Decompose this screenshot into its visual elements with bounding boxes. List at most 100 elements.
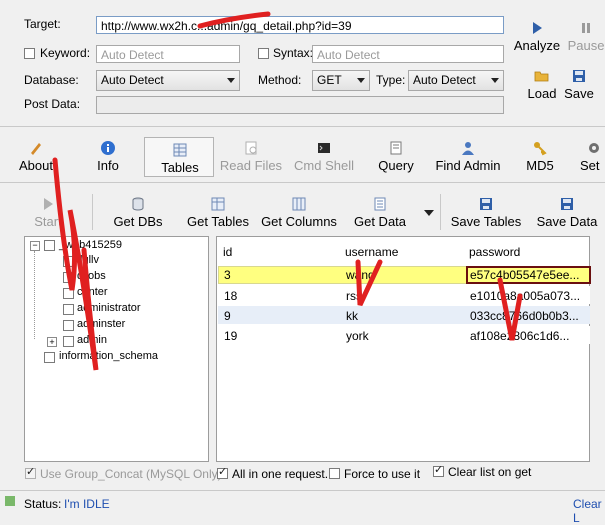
keyword-checkbox[interactable] xyxy=(24,48,35,59)
save-button[interactable]: Save xyxy=(563,68,595,101)
play-icon xyxy=(44,198,53,210)
all-in-one-checkbox[interactable] xyxy=(217,465,228,479)
database-select-value: Auto Detect xyxy=(101,73,164,87)
column-header-id[interactable]: id xyxy=(223,245,232,259)
keyword-input[interactable]: Auto Detect xyxy=(96,45,240,63)
group-concat-label: Use Group_Concat (MySQL Only) xyxy=(40,467,222,481)
tab-tables[interactable]: Tables xyxy=(150,142,210,175)
post-data-input[interactable] xyxy=(96,96,504,114)
column-header-username[interactable]: username xyxy=(345,245,398,259)
status-value: I'm IDLE xyxy=(64,497,110,511)
tree-root-checkbox[interactable] xyxy=(44,240,55,251)
tab-settings-label: Set xyxy=(580,158,600,173)
tree-item-checkbox[interactable] xyxy=(63,288,74,299)
group-concat-checkbox[interactable] xyxy=(25,465,36,479)
tab-read-files[interactable]: Read Files xyxy=(218,140,284,173)
save-tables-button[interactable]: Save Tables xyxy=(448,196,524,229)
admin-icon xyxy=(462,142,474,155)
gear-icon xyxy=(589,143,599,153)
toolbar-separator xyxy=(92,194,93,230)
get-tables-button[interactable]: Get Tables xyxy=(184,196,252,229)
cell-username: kk xyxy=(346,309,358,323)
cell-password: af108e2806c1d6... xyxy=(470,329,570,343)
method-select[interactable]: GET xyxy=(312,70,370,91)
start-label: Start xyxy=(34,214,62,229)
divider xyxy=(0,126,605,127)
tree-item-checkbox[interactable] xyxy=(63,256,74,267)
chevron-down-icon[interactable] xyxy=(424,210,434,216)
collapse-icon[interactable]: − xyxy=(30,241,40,251)
tree-item[interactable]: center xyxy=(77,286,108,298)
get-columns-button[interactable]: Get Columns xyxy=(258,196,340,229)
save-label: Save xyxy=(564,86,594,101)
type-select[interactable]: Auto Detect xyxy=(408,70,504,91)
tab-info[interactable]: Info xyxy=(88,140,128,173)
tree-item-checkbox[interactable] xyxy=(63,272,74,283)
tab-settings[interactable]: Set xyxy=(580,140,605,173)
tab-md5[interactable]: MD5 xyxy=(520,140,560,173)
tree-item[interactable]: flgllv xyxy=(77,254,99,266)
status-icon xyxy=(5,496,15,506)
clear-list-checkbox[interactable] xyxy=(433,463,444,477)
cell-id: 18 xyxy=(224,289,238,303)
database-tree[interactable]: − _web415259 flgllv dljobs center admini… xyxy=(24,236,209,462)
get-data-label: Get Data xyxy=(353,214,407,229)
get-tables-label: Get Tables xyxy=(187,214,249,229)
tab-query[interactable]: Query xyxy=(374,140,418,173)
tab-cmd-shell[interactable]: Cmd Shell xyxy=(292,140,356,173)
tab-find-admin[interactable]: Find Admin xyxy=(430,140,506,173)
syntax-checkbox[interactable] xyxy=(258,48,269,59)
method-select-value: GET xyxy=(317,73,342,87)
table-row[interactable]: 19 york af108e2806c1d6... xyxy=(218,326,590,344)
tree-item-checkbox[interactable] xyxy=(63,336,74,347)
cell-username: wang xyxy=(346,268,375,282)
tab-about[interactable]: About xyxy=(14,140,58,173)
table-row[interactable]: 3 wang e57c4b05547e5ee... xyxy=(218,266,591,284)
table-row[interactable]: 9 kk 033cc8766d0b0b3... xyxy=(218,306,590,324)
get-data-button[interactable]: Get Data xyxy=(350,196,410,229)
query-icon xyxy=(390,141,402,155)
cell-username: rss xyxy=(346,289,362,303)
table-row[interactable]: 18 rss e1010a8a005a073... xyxy=(218,286,590,304)
tree-root-checkbox[interactable] xyxy=(44,352,55,363)
method-label: Method: xyxy=(258,73,302,87)
cell-password: e1010a8a005a073... xyxy=(470,289,581,303)
tree-item[interactable]: administrator xyxy=(77,302,141,314)
grid-header: id username password xyxy=(217,237,589,263)
tree-root[interactable]: information_schema xyxy=(59,350,158,362)
database-select[interactable]: Auto Detect xyxy=(96,70,240,91)
tab-md5-label: MD5 xyxy=(526,158,554,173)
pause-button[interactable]: Pause xyxy=(566,20,605,53)
expand-icon[interactable]: + xyxy=(47,337,57,347)
type-select-value: Auto Detect xyxy=(413,73,476,87)
toolbar-separator xyxy=(440,194,441,230)
columns-icon xyxy=(292,197,306,211)
tree-item-checkbox[interactable] xyxy=(63,320,74,331)
data-grid[interactable]: id username password 3 wang e57c4b05547e… xyxy=(216,236,591,462)
target-label: Target: xyxy=(24,17,61,31)
clear-log-link[interactable]: Clear L xyxy=(573,497,605,525)
force-checkbox[interactable] xyxy=(329,468,340,479)
keyword-label: Keyword: xyxy=(40,46,91,60)
analyze-button[interactable]: Analyze xyxy=(512,20,562,53)
floppy-icon xyxy=(561,198,573,210)
key-icon xyxy=(534,142,547,156)
get-columns-label: Get Columns xyxy=(261,214,337,229)
info-icon xyxy=(101,141,115,155)
tree-item-checkbox[interactable] xyxy=(63,304,74,315)
tree-item[interactable]: adminster xyxy=(77,318,125,330)
syntax-input[interactable]: Auto Detect xyxy=(312,45,504,63)
tree-item[interactable]: admin xyxy=(77,334,107,346)
column-header-password[interactable]: password xyxy=(469,245,520,259)
load-button[interactable]: Load xyxy=(524,68,560,101)
tree-root[interactable]: _web415259 xyxy=(59,239,122,251)
clear-list-label: Clear list on get xyxy=(448,465,532,479)
tab-cmd-shell-label: Cmd Shell xyxy=(294,158,354,173)
syntax-label: Syntax: xyxy=(273,46,314,60)
table-icon xyxy=(173,143,187,157)
tree-item[interactable]: dljobs xyxy=(77,270,106,282)
start-button[interactable]: Start xyxy=(30,196,66,229)
target-input[interactable]: http://www.wx2h.c...admin/gq_detail.php?… xyxy=(96,16,504,34)
save-data-button[interactable]: Save Data xyxy=(534,196,600,229)
get-dbs-button[interactable]: Get DBs xyxy=(108,196,168,229)
